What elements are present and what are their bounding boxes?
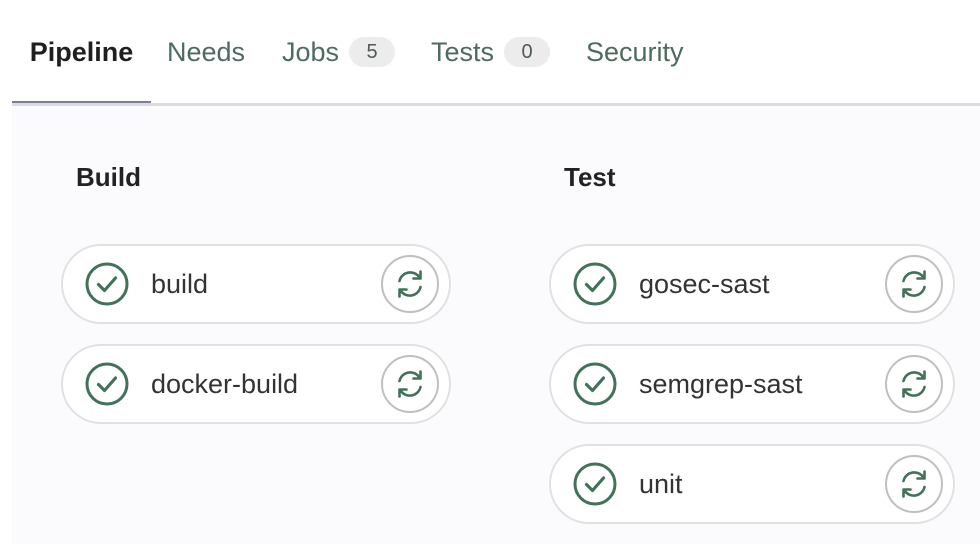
tab-pipeline-label: Pipeline — [29, 36, 134, 67]
tab-security-label: Security — [586, 36, 684, 67]
retry-button[interactable] — [885, 255, 943, 313]
job-unit[interactable]: unit — [549, 444, 955, 524]
tab-tests[interactable]: Tests 0 — [431, 0, 551, 104]
retry-button[interactable] — [885, 455, 943, 513]
tab-jobs-label: Jobs — [282, 36, 340, 67]
job-name: build — [151, 268, 209, 299]
tab-security[interactable]: Security — [586, 0, 684, 104]
tab-jobs[interactable]: Jobs 5 — [282, 0, 396, 104]
job-name: unit — [639, 468, 683, 499]
check-circle-icon — [573, 262, 617, 306]
check-circle-icon — [573, 362, 617, 406]
retry-icon — [902, 270, 926, 298]
jobs-count-badge: 5 — [349, 37, 396, 67]
stage-title-build: Build — [76, 162, 141, 192]
check-circle-icon — [85, 362, 129, 406]
job-name: semgrep-sast — [639, 368, 803, 399]
retry-icon — [902, 370, 926, 398]
check-circle-icon — [573, 462, 617, 506]
job-build[interactable]: build — [61, 244, 451, 324]
check-circle-icon — [85, 262, 129, 306]
pipeline-tabs: Pipeline Needs Jobs 5 Tests 0 Security — [12, 0, 980, 105]
tab-pipeline[interactable]: Pipeline — [12, 0, 151, 105]
retry-icon — [398, 270, 422, 298]
retry-button[interactable] — [381, 355, 439, 413]
retry-button[interactable] — [885, 355, 943, 413]
job-gosec-sast[interactable]: gosec-sast — [549, 244, 955, 324]
tab-tests-label: Tests — [431, 36, 495, 67]
job-name: docker-build — [151, 368, 299, 399]
retry-icon — [398, 370, 422, 398]
stage-title-test: Test — [564, 162, 616, 192]
tests-count-badge: 0 — [504, 37, 551, 67]
tab-needs[interactable]: Needs — [167, 0, 245, 104]
job-docker-build[interactable]: docker-build — [61, 344, 451, 424]
job-name: gosec-sast — [639, 268, 770, 299]
retry-icon — [902, 470, 926, 498]
job-semgrep-sast[interactable]: semgrep-sast — [549, 344, 955, 424]
retry-button[interactable] — [381, 255, 439, 313]
tab-needs-label: Needs — [167, 36, 246, 67]
pipeline-graph: Build build docker-build Test gosec-sast… — [12, 106, 980, 544]
